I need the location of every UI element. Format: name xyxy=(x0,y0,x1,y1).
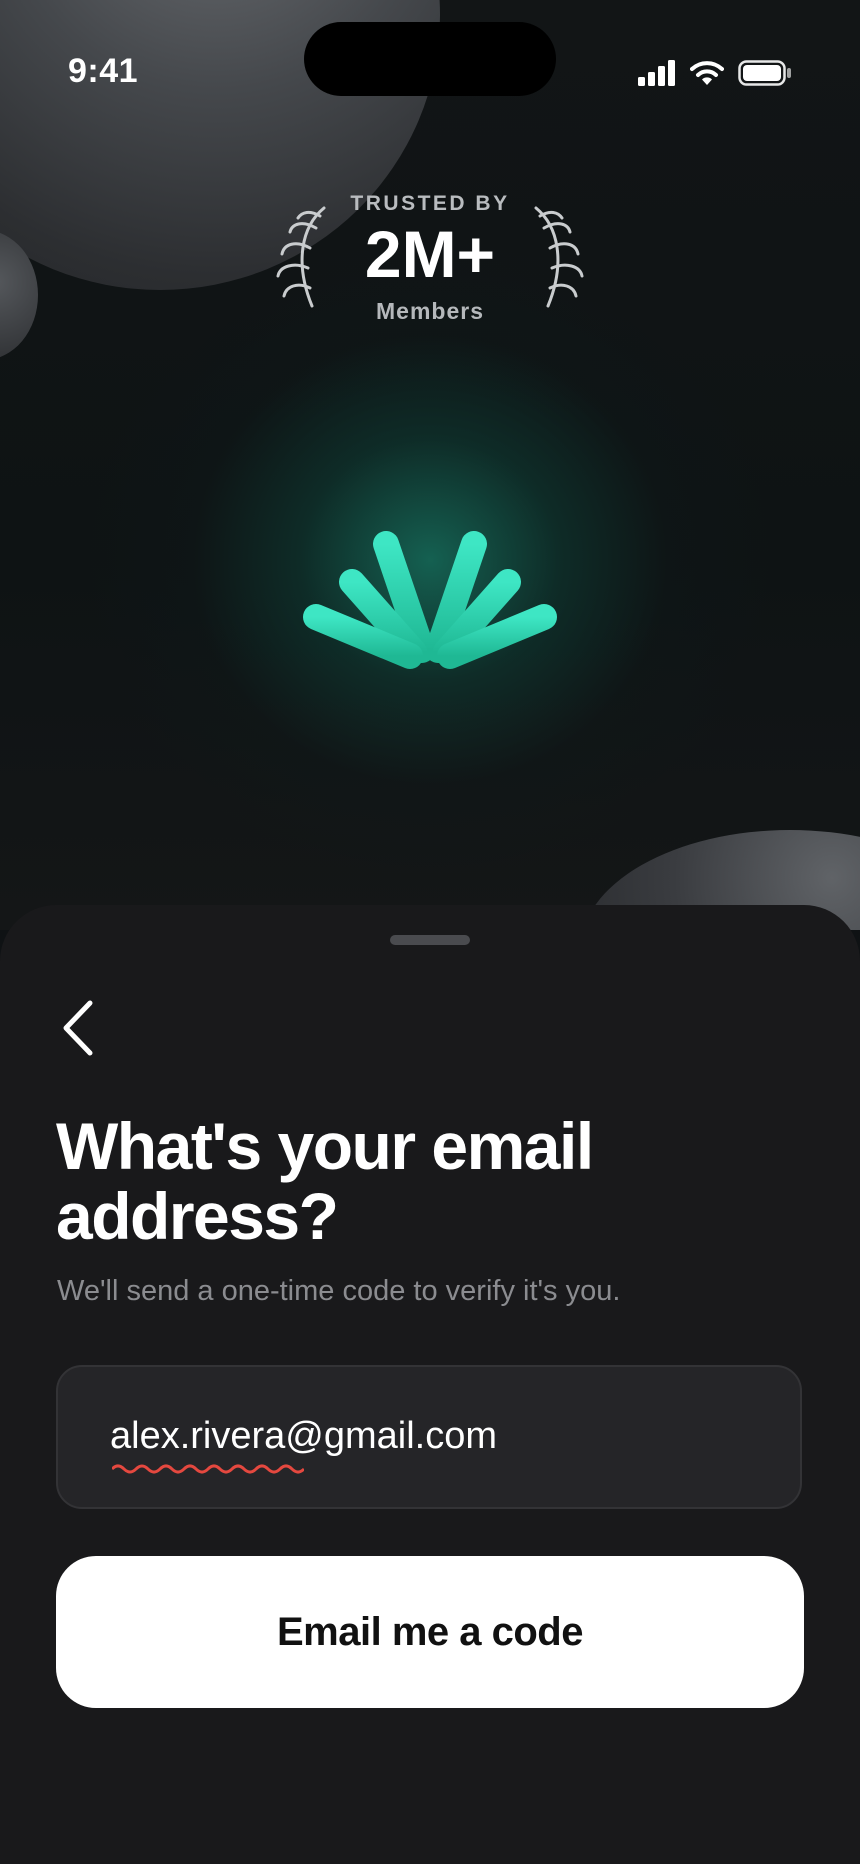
cellular-signal-icon xyxy=(638,60,675,86)
page-title: What's your email address? xyxy=(56,1109,594,1253)
email-input-value[interactable]: alex.rivera@gmail.com xyxy=(110,1415,497,1458)
email-field[interactable]: alex.rivera@gmail.com xyxy=(56,1365,802,1509)
battery-icon xyxy=(738,60,791,86)
bottom-sheet: What's your email address? We'll send a … xyxy=(0,905,860,1864)
dynamic-island xyxy=(304,22,556,96)
hero-section: 9:41 TRUSTED BY 2M+ Members xyxy=(0,0,860,930)
fan-logo-icon xyxy=(303,511,557,669)
email-me-a-code-button[interactable]: Email me a code xyxy=(56,1556,804,1708)
status-icons xyxy=(638,58,792,88)
sheet-drag-handle[interactable] xyxy=(390,935,470,945)
status-time: 9:41 xyxy=(68,52,139,90)
spellcheck-underline xyxy=(112,1464,304,1474)
members-label: Members xyxy=(376,298,484,324)
chevron-left-icon[interactable] xyxy=(56,991,110,1061)
trusted-by-label: TRUSTED BY xyxy=(350,192,510,215)
status-bar: 9:41 xyxy=(0,0,860,140)
member-count: 2M+ xyxy=(364,217,496,291)
wifi-icon xyxy=(690,61,724,85)
page-subtitle: We'll send a one-time code to verify it'… xyxy=(57,1275,621,1307)
trust-badge: TRUSTED BY 2M+ Members xyxy=(276,190,584,330)
